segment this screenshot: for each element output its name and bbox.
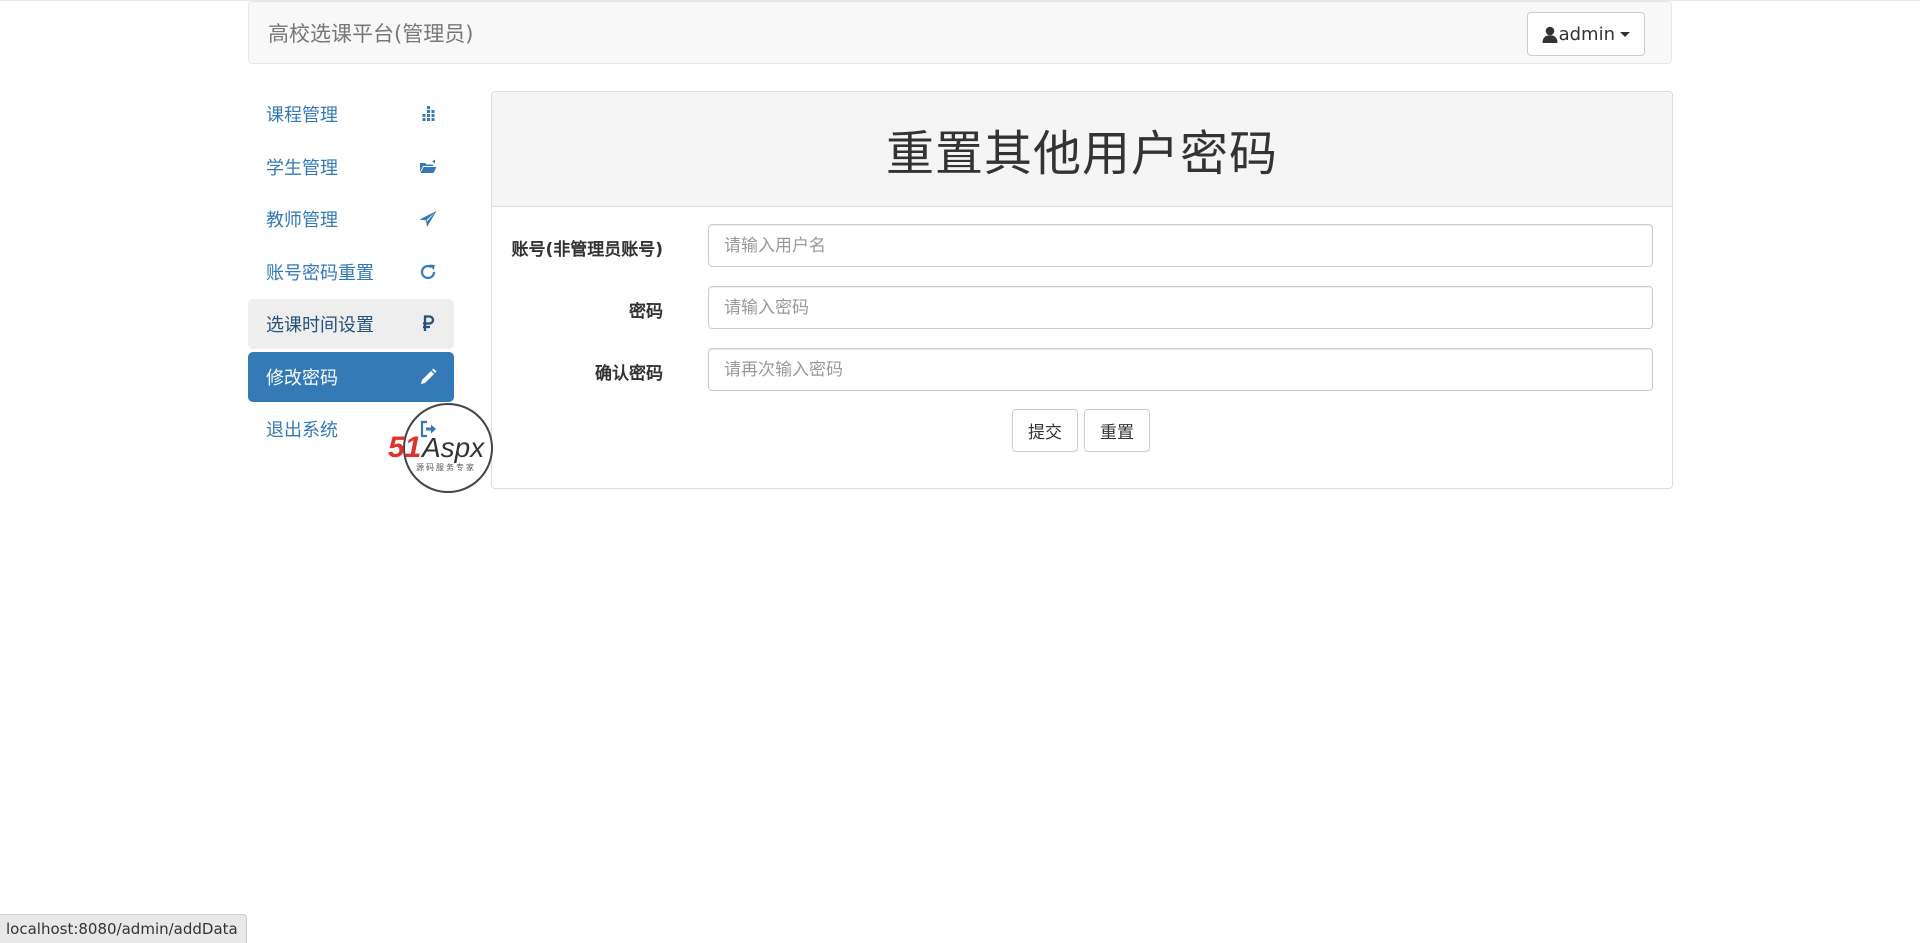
- status-url: localhost:8080/admin/addData: [6, 920, 238, 938]
- account-input[interactable]: [708, 224, 1653, 267]
- form-row-password: 密码: [492, 286, 1674, 330]
- svg-text:Aspx: Aspx: [420, 432, 485, 463]
- ruble-icon: [423, 315, 435, 331]
- pencil-icon: [421, 368, 437, 384]
- browser-status-bar: localhost:8080/admin/addData: [0, 914, 247, 943]
- sidebar-item-course-management[interactable]: 课程管理: [248, 89, 454, 139]
- submit-button[interactable]: 提交: [1012, 409, 1078, 452]
- password-label: 密码: [629, 302, 663, 322]
- password-input[interactable]: [708, 286, 1653, 329]
- page-title: 重置其他用户密码: [885, 126, 1278, 182]
- confirm-password-input[interactable]: [708, 348, 1653, 391]
- sidebar-item-label: 退出系统: [266, 420, 338, 441]
- sidebar-item-course-time-settings[interactable]: 选课时间设置: [248, 299, 454, 349]
- sidebar-item-label: 教师管理: [266, 210, 338, 231]
- send-icon: [419, 211, 437, 227]
- svg-text:51: 51: [388, 431, 421, 464]
- sidebar-item-account-password-reset[interactable]: 账号密码重置: [248, 247, 454, 297]
- confirm-password-label: 确认密码: [595, 364, 663, 384]
- sidebar-item-change-password[interactable]: 修改密码: [248, 351, 454, 402]
- user-icon: [1542, 26, 1558, 43]
- account-label: 账号(非管理员账号): [511, 240, 663, 260]
- svg-text:源码服务专家: 源码服务专家: [416, 462, 476, 472]
- form-row-confirm-password: 确认密码: [492, 348, 1674, 392]
- sidebar-item-label: 学生管理: [266, 157, 338, 179]
- sidebar-item-teacher-management[interactable]: 教师管理: [248, 194, 454, 244]
- sidebar-item-label: 账号密码重置: [266, 262, 374, 284]
- user-name: admin: [1558, 23, 1615, 45]
- watermark-logo: 51 Aspx 源码服务专家: [388, 403, 493, 493]
- caret-down-icon: [1620, 31, 1630, 37]
- refresh-icon: [420, 264, 436, 279]
- form-row-account: 账号(非管理员账号): [492, 224, 1674, 268]
- top-navbar: 高校选课平台(管理员) admin: [248, 1, 1672, 64]
- reset-password-panel: 重置其他用户密码 账号(非管理员账号) 密码 确认密码 提交 重置: [491, 91, 1673, 489]
- sidebar-item-student-management[interactable]: 学生管理: [248, 142, 454, 192]
- sidebar-item-label: 选课时间设置: [266, 315, 374, 336]
- sidebar-item-label: 课程管理: [266, 105, 338, 126]
- sidebar-item-label: 修改密码: [266, 367, 338, 389]
- dashboard-icon: [422, 106, 435, 121]
- folder-open-icon: [420, 159, 437, 173]
- panel-heading: 重置其他用户密码: [492, 92, 1672, 207]
- user-dropdown-button[interactable]: admin: [1526, 12, 1645, 56]
- brand-title[interactable]: 高校选课平台(管理员): [268, 20, 473, 48]
- reset-button[interactable]: 重置: [1084, 409, 1150, 452]
